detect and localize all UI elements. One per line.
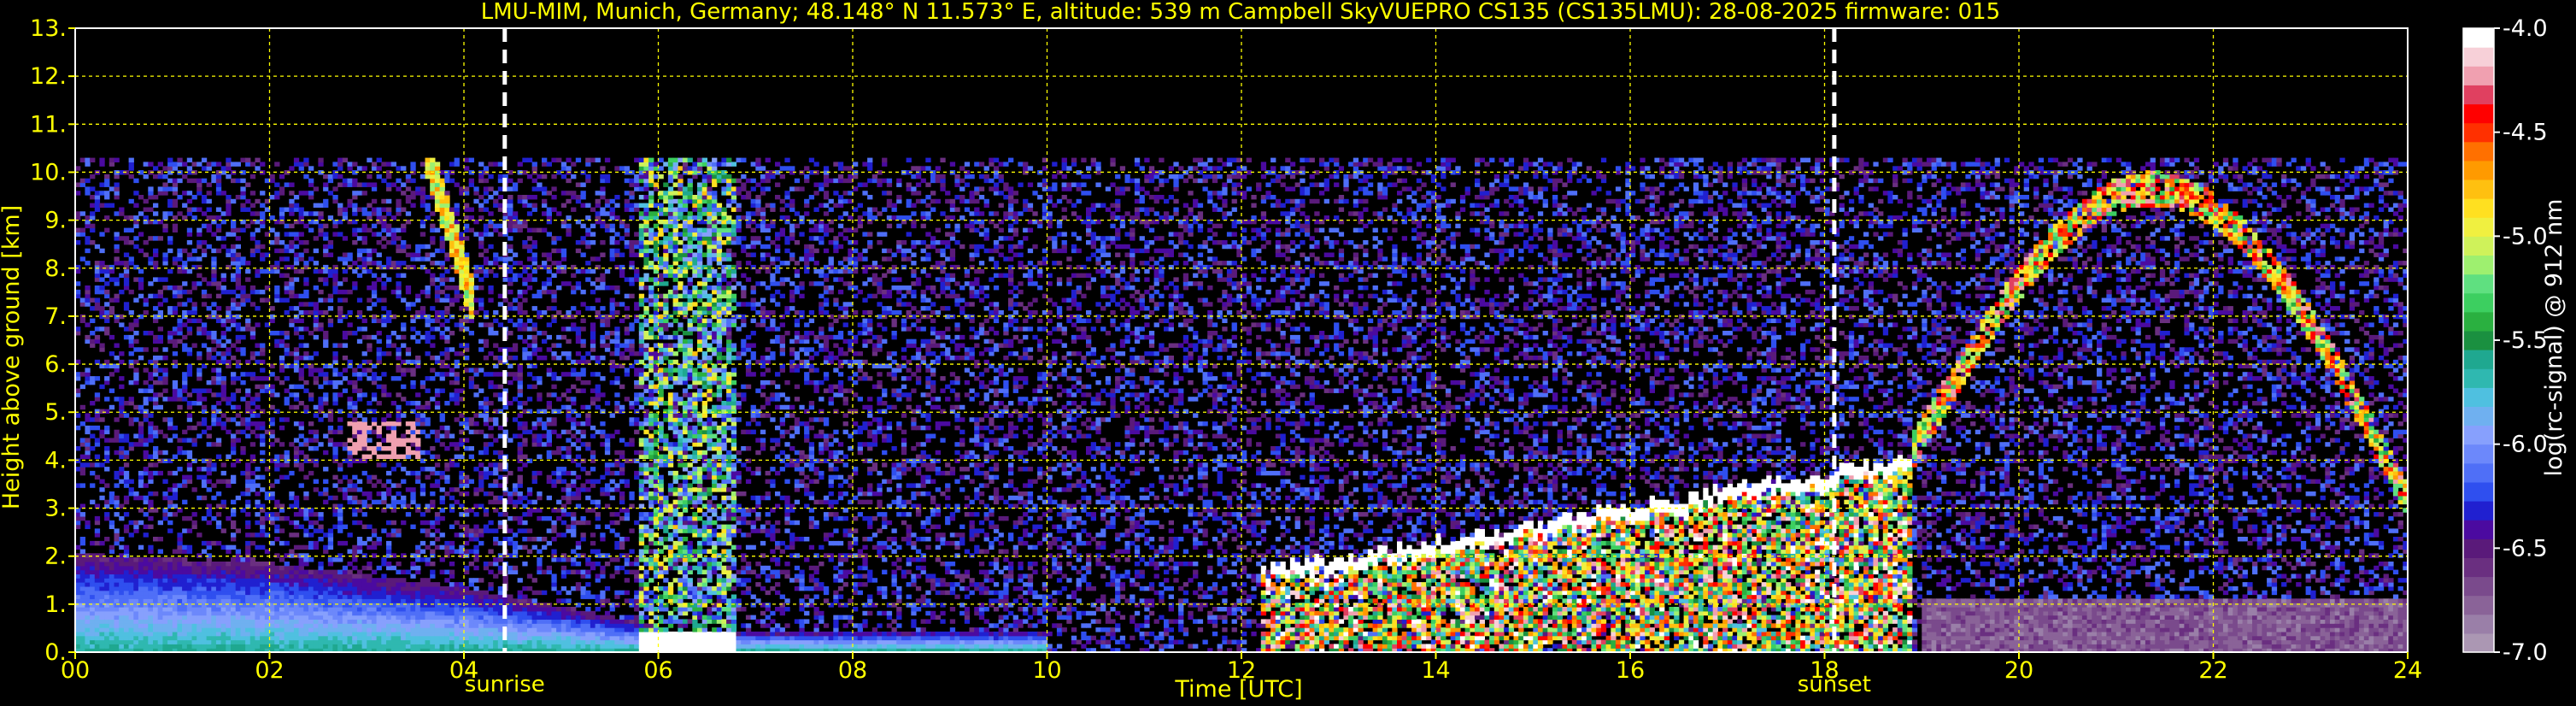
colorbar-tick-label: -6.5	[2503, 535, 2548, 562]
colorbar-swatch	[2463, 520, 2494, 539]
colorbar-swatch	[2463, 596, 2494, 615]
colorbar-swatch	[2463, 406, 2494, 426]
ceilometer-chart: sunrise sunset 00 02 04 06 08 10 12 14 16 18 20 22 24…	[0, 0, 2576, 706]
colorbar-swatch	[2463, 179, 2494, 199]
y-tick-label: 10.	[30, 159, 67, 185]
y-tick-label: 4.	[44, 447, 67, 474]
colorbar-swatch	[2463, 350, 2494, 369]
colorbar-swatch	[2463, 66, 2494, 85]
colorbar-swatch	[2463, 85, 2494, 104]
y-tick-label: 13.	[30, 15, 67, 42]
colorbar-swatch	[2463, 161, 2494, 180]
x-tick-label: 14	[1421, 657, 1450, 684]
y-tick-label: 3.	[44, 496, 67, 522]
y-tick-label: 12.	[30, 63, 67, 90]
x-tick-label: 16	[1616, 657, 1645, 684]
colorbar-swatch	[2463, 217, 2494, 237]
colorbar-swatch	[2463, 28, 2494, 48]
colorbar-swatch	[2463, 482, 2494, 502]
y-tick-label: 11.	[30, 111, 67, 138]
colorbar-swatch	[2463, 557, 2494, 577]
x-tick-label: 08	[838, 657, 867, 684]
colorbar-swatch	[2463, 501, 2494, 521]
chart-title: LMU-MIM, Munich, Germany; 48.148° N 11.5…	[481, 0, 2000, 25]
colorbar-swatch	[2463, 633, 2494, 653]
colorbar-swatch	[2463, 387, 2494, 407]
x-tick-label: 22	[2198, 657, 2227, 684]
colorbar-swatch	[2463, 274, 2494, 294]
colorbar-swatch	[2463, 577, 2494, 597]
colorbar-swatch	[2463, 444, 2494, 464]
colorbar-swatch	[2463, 47, 2494, 67]
x-tick-label: 06	[643, 657, 672, 684]
y-tick-label: 6.	[44, 351, 67, 378]
colorbar-swatch	[2463, 463, 2494, 483]
colorbar-tick-label: -7.0	[2503, 639, 2548, 666]
colorbar-swatch	[2463, 198, 2494, 218]
y-tick-label: 9.	[44, 208, 67, 234]
y-tick-label: 0.	[44, 639, 67, 666]
colorbar-swatch	[2463, 538, 2494, 558]
colorbar-swatch	[2463, 331, 2494, 350]
x-tick-label: 10	[1032, 657, 1061, 684]
y-tick-label: 2.	[44, 544, 67, 570]
x-tick-label: 18	[1810, 657, 1839, 684]
colorbar-swatch	[2463, 426, 2494, 445]
colorbar-swatch	[2463, 615, 2494, 634]
y-tick-label: 7.	[44, 303, 67, 330]
y-tick-label: 5.	[44, 399, 67, 426]
colorbar-label: log(rc-signal) @ 912 nm	[2541, 199, 2567, 477]
colorbar-swatch	[2463, 104, 2494, 124]
colorbar-tick-label: -4.5	[2503, 120, 2548, 146]
y-tick-label: 8.	[44, 256, 67, 282]
colorbar-swatch	[2463, 293, 2494, 313]
colorbar-swatch	[2463, 368, 2494, 388]
colorbar-swatch	[2463, 312, 2494, 332]
x-axis-label: Time [UTC]	[1174, 676, 1302, 703]
x-tick-label: 20	[2004, 657, 2033, 684]
x-tick-label: 24	[2393, 657, 2422, 684]
y-axis-label: Height above ground [km]	[0, 205, 25, 509]
x-tick-label: 04	[449, 657, 478, 684]
colorbar	[2463, 28, 2494, 653]
y-tick-label: 1.	[44, 591, 67, 618]
colorbar-tick-label: -4.0	[2503, 15, 2548, 42]
colorbar-swatch	[2463, 123, 2494, 143]
x-tick-label: 02	[255, 657, 284, 684]
colorbar-swatch	[2463, 236, 2494, 256]
colorbar-swatch	[2463, 142, 2494, 162]
colorbar-swatch	[2463, 256, 2494, 275]
